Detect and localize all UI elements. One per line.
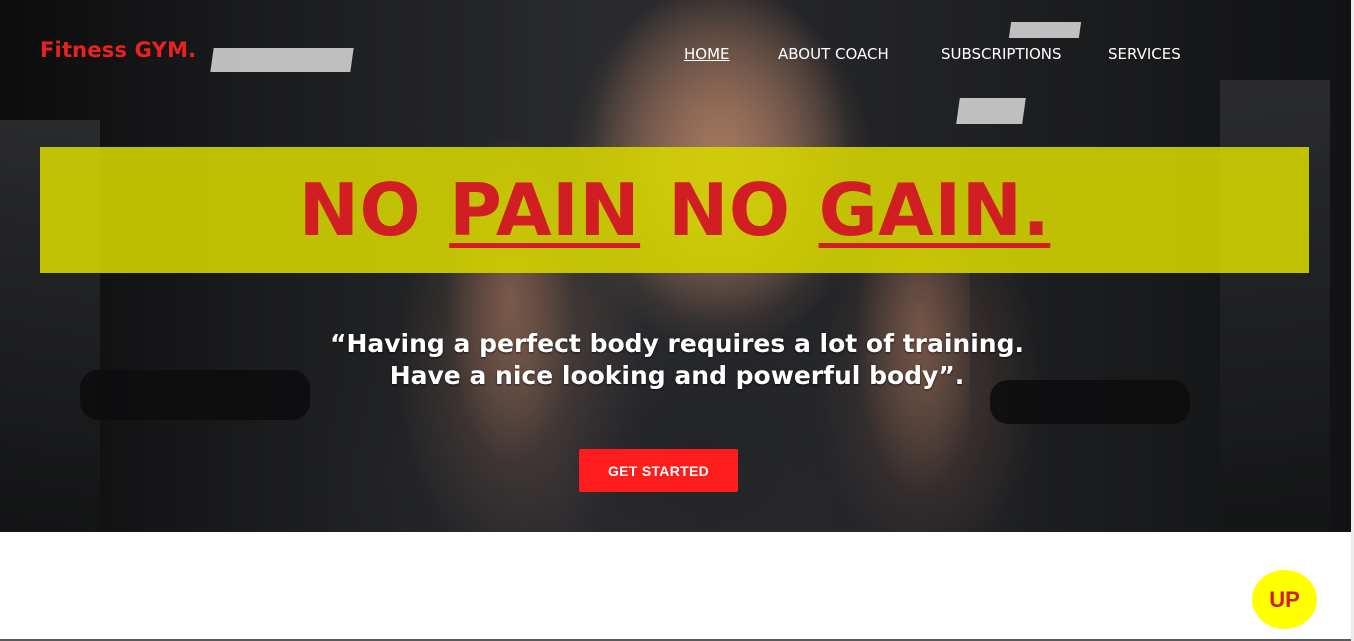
ceiling-light: [1008, 22, 1082, 38]
get-started-button[interactable]: GET STARTED: [579, 449, 738, 492]
headline: NO PAIN NO GAIN.: [40, 147, 1309, 273]
nav-services[interactable]: SERVICES: [1108, 45, 1181, 63]
ceiling-light: [210, 48, 354, 72]
quote-line: “Having a perfect body requires a lot of…: [330, 329, 1024, 358]
headline-word: NO: [298, 168, 422, 252]
headline-word: NO: [668, 168, 791, 252]
hero-section: Fitness GYM. HOME ABOUT COACH SUBSCRIPTI…: [0, 0, 1354, 532]
site-logo[interactable]: Fitness GYM.: [40, 38, 196, 62]
hero-quote: “Having a perfect body requires a lot of…: [277, 328, 1077, 392]
scroll-up-button[interactable]: UP: [1252, 570, 1317, 629]
headline-banner: NO PAIN NO GAIN.: [40, 147, 1309, 273]
headline-word-underlined: PAIN: [449, 168, 641, 252]
nav-about-coach[interactable]: ABOUT COACH: [778, 45, 889, 63]
nav-subscriptions[interactable]: SUBSCRIPTIONS: [941, 45, 1062, 63]
gym-bench: [80, 370, 310, 420]
headline-word-underlined: GAIN.: [818, 168, 1051, 252]
quote-line: Have a nice looking and powerful body”.: [389, 361, 965, 390]
nav-home[interactable]: HOME: [684, 45, 730, 63]
